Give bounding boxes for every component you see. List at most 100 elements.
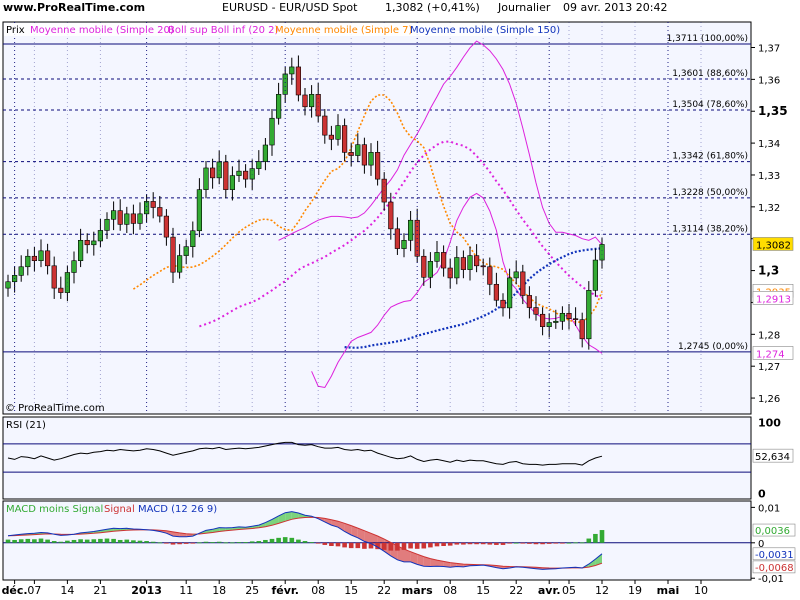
x-tick-label: 11 [179, 584, 193, 597]
price-tag-label: 1,2913 [756, 294, 791, 305]
x-tick-label: 15 [344, 584, 358, 597]
period-label: Journalier [497, 1, 551, 14]
macd-histogram-bar [520, 542, 526, 544]
candle-down [487, 266, 493, 285]
candle-up [71, 260, 77, 273]
candle-up [104, 218, 110, 231]
macd-histogram-bar [124, 539, 130, 543]
candle-up [282, 73, 288, 95]
macd-histogram-bar [302, 541, 308, 543]
macd-histogram-bar [38, 538, 44, 543]
candle-down [223, 161, 229, 190]
site-label[interactable]: www.ProRealTime.com [3, 1, 145, 14]
macd-histogram-bar [362, 542, 367, 549]
candle-up [506, 277, 513, 309]
macd-histogram-bar [45, 539, 50, 543]
fibonacci-label: 1,3114 (38,20%) [672, 224, 748, 234]
candle-up [401, 240, 407, 249]
macd-histogram-bar [84, 539, 90, 543]
x-tick-label: 21 [93, 584, 107, 597]
x-tick-label: 12 [595, 584, 609, 597]
rsi-y-tick-label: 100 [758, 417, 781, 430]
chart-title: EURUSD - EUR/USD Spot [222, 1, 358, 14]
candle-down [539, 313, 546, 327]
legend-boll: Boll sup Boll inf (20 2) [168, 25, 278, 36]
macd-histogram-bar [104, 538, 110, 543]
price-tag-label: 1,274 [756, 349, 785, 360]
candle-up [236, 170, 242, 176]
candle-down [51, 265, 57, 289]
macd-histogram-bar [65, 540, 70, 543]
fibonacci-label: 1,3601 (88,60%) [672, 69, 748, 79]
legend-sma20: Moyenne mobile (Simple 20) [30, 25, 174, 36]
rsi-title: RSI (21) [6, 420, 46, 431]
x-tick-label: 08 [443, 584, 457, 597]
macd-histogram-bar [533, 542, 539, 545]
macd-histogram-bar [348, 542, 354, 549]
macd-value-label: 0,0036 [755, 526, 790, 537]
macd-histogram-bar [408, 542, 413, 549]
candle-down [572, 318, 579, 321]
candle-up [124, 213, 130, 225]
price-y-tick-label: 1,32 [758, 203, 780, 214]
price-y-tick-label: 1,36 [758, 75, 780, 86]
quote-label: 1,3082 (+0,41%) [385, 1, 480, 14]
eurusd-chart: www.ProRealTime.com EURUSD - EUR/USD Spo… [0, 0, 800, 600]
macd-histogram-bar [230, 542, 235, 544]
macd-histogram-bar [144, 541, 149, 543]
candle-up [216, 161, 222, 179]
x-tick-label: 18 [212, 584, 226, 597]
macd-histogram-bar [335, 542, 341, 547]
price-legend: Prix Moyenne mobile (Simple 20) Boll sup… [4, 23, 560, 36]
candle-up [407, 219, 414, 241]
macd-histogram-bar [388, 542, 394, 551]
macd-histogram-bar [421, 542, 427, 549]
x-tick-label: déc. [2, 584, 28, 597]
macd-histogram-bar [197, 542, 202, 544]
x-tick-label: 2013 [131, 584, 162, 597]
macd-histogram-bar [355, 542, 361, 549]
candle-down [117, 210, 123, 225]
candle-up [18, 266, 24, 276]
macd-histogram-bar [322, 542, 328, 545]
x-tick-label: févr. [271, 584, 298, 597]
x-tick-label: 07 [27, 584, 41, 597]
candle-up [5, 281, 11, 289]
fibonacci-label: 1,3711 (100,00%) [667, 34, 748, 44]
candle-up [190, 230, 196, 247]
macd-value-label: -0,0031 [755, 550, 794, 561]
macd-histogram-bar [32, 539, 37, 543]
candle-up [355, 144, 361, 156]
fibonacci-label: 1,3504 (78,60%) [672, 100, 748, 110]
price-y-tick-label: 1,26 [758, 394, 780, 405]
macd-histogram-bar [51, 541, 57, 543]
macd-histogram-bar [513, 542, 519, 544]
macd-histogram-bar [467, 542, 473, 545]
candle-down [315, 94, 321, 117]
macd-histogram-bar [183, 542, 189, 544]
macd-histogram-bar [296, 539, 301, 543]
price-tag-label: 1,3082 [756, 240, 791, 251]
x-tick-label: 05 [562, 584, 576, 597]
candle-down [579, 319, 585, 340]
macd-histogram-bar [315, 542, 321, 544]
macd-value-label: -0,0068 [755, 563, 794, 574]
macd-histogram-bar [560, 542, 565, 544]
macd-histogram-bar [527, 542, 532, 544]
candle-down [58, 287, 64, 293]
legend-signal: Signal [104, 504, 135, 515]
macd-histogram-bar [553, 542, 559, 544]
candle-down [157, 207, 163, 217]
macd-histogram-bar [566, 542, 572, 544]
macd-histogram-bar [117, 539, 123, 543]
candle-down [526, 295, 532, 308]
legend-sma7: Moyenne mobile (Simple 7) [275, 25, 413, 36]
price-y-tick-label: 1,33 [758, 171, 780, 182]
candle-up [137, 213, 143, 224]
macd-histogram-bar [256, 541, 262, 543]
candle-up [38, 250, 44, 262]
candle-down [374, 152, 381, 180]
macd-histogram-bar [381, 542, 387, 550]
candle-down [210, 167, 216, 179]
rsi-panel [2, 416, 752, 500]
